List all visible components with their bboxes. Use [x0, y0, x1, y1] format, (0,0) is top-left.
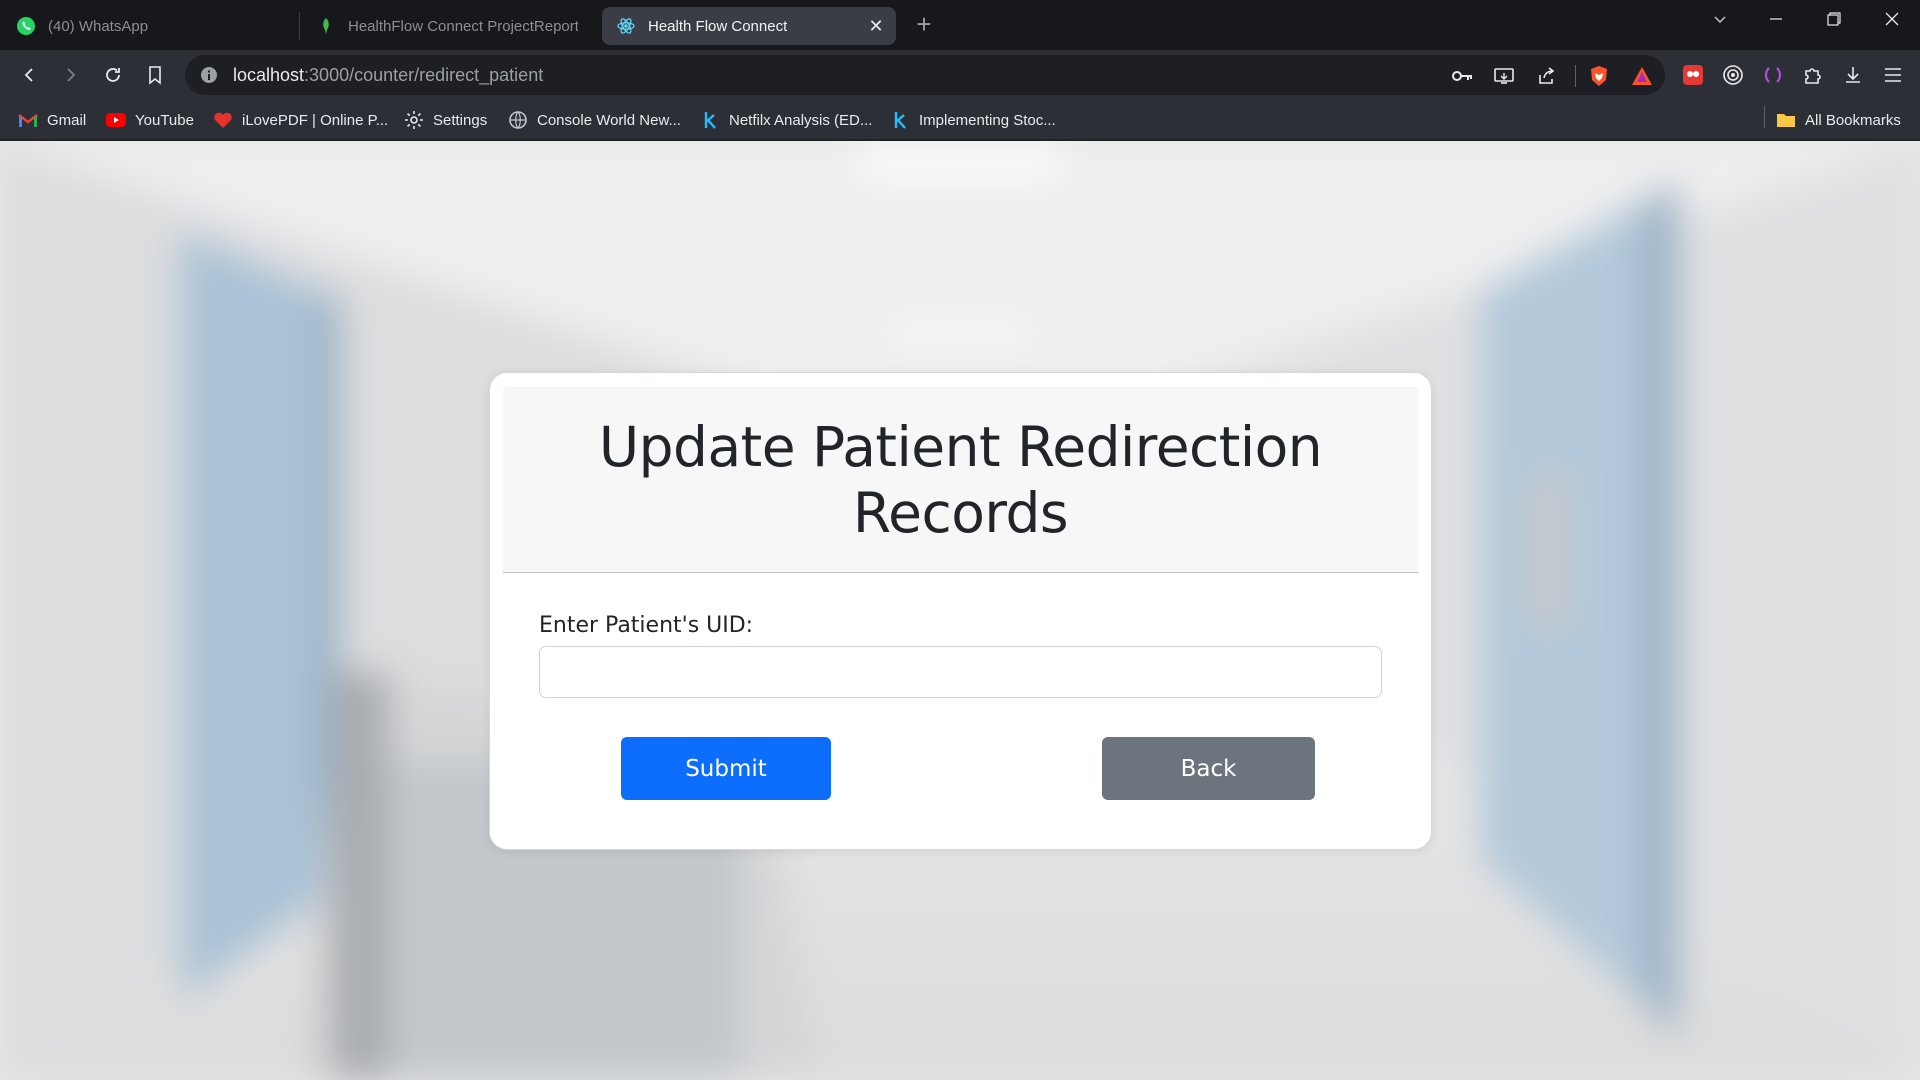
- page-viewport: Update Patient Redirection Records Enter…: [0, 141, 1920, 1080]
- youtube-icon: [106, 110, 126, 130]
- reload-icon[interactable]: [98, 60, 128, 90]
- restore-icon[interactable]: [1812, 4, 1856, 34]
- minimize-icon[interactable]: [1754, 4, 1798, 34]
- leaf-icon: [323, 18, 329, 34]
- address-bar[interactable]: localhost:3000/counter/redirect_patient: [185, 55, 1665, 95]
- bookmarks-divider: [1764, 106, 1765, 128]
- bookmark-label: YouTube: [135, 111, 194, 129]
- tab-title: (40) WhatsApp: [48, 17, 149, 35]
- forward-arrow-icon[interactable]: [56, 60, 86, 90]
- uid-input[interactable]: [539, 646, 1382, 698]
- brave-shield-icon[interactable]: [1588, 65, 1610, 87]
- extension-red-icon[interactable]: [1678, 60, 1708, 90]
- target-icon[interactable]: [1718, 60, 1748, 90]
- extension-purple-icon[interactable]: [1758, 60, 1788, 90]
- menu-icon[interactable]: [1878, 60, 1908, 90]
- tab-project-report[interactable]: HealthFlow Connect ProjectReport -: [302, 7, 592, 45]
- bookmark-icon[interactable]: [140, 60, 170, 90]
- tab-health-flow-connect[interactable]: Health Flow Connect ✕: [602, 7, 896, 45]
- bookmark-label: Implementing Stoc...: [919, 111, 1056, 129]
- bookmark-console-world[interactable]: Console World New...: [508, 108, 681, 132]
- browser-toolbar: localhost:3000/counter/redirect_patient: [0, 50, 1920, 100]
- url-text: localhost:3000/counter/redirect_patient: [233, 55, 543, 95]
- site-info-icon[interactable]: [199, 65, 219, 85]
- tab-strip: (40) WhatsApp HealthFlow Connect Project…: [0, 0, 1920, 50]
- kaggle-icon: [890, 110, 910, 130]
- back-arrow-icon[interactable]: [14, 60, 44, 90]
- bookmark-label: iLovePDF | Online P...: [242, 111, 389, 129]
- bookmark-label: Gmail: [47, 111, 87, 129]
- close-tab-icon[interactable]: ✕: [866, 16, 886, 36]
- uid-label: Enter Patient's UID:: [539, 613, 754, 638]
- tab-separator: [299, 12, 300, 40]
- bookmark-label: Console World New...: [537, 111, 681, 129]
- whatsapp-icon: [17, 17, 35, 35]
- heart-icon: [213, 110, 233, 130]
- bookmark-settings[interactable]: Settings: [404, 108, 487, 132]
- bookmark-label: Netfilx Analysis (ED...: [729, 111, 873, 129]
- download-icon[interactable]: [1838, 60, 1868, 90]
- redirection-form-card: Update Patient Redirection Records Enter…: [489, 372, 1432, 850]
- globe-icon: [508, 110, 528, 130]
- bookmark-label: Settings: [433, 111, 488, 129]
- share-icon[interactable]: [1535, 65, 1557, 87]
- kaggle-icon: [700, 110, 720, 130]
- new-tab-icon[interactable]: +: [910, 11, 938, 39]
- submit-button[interactable]: Submit: [621, 737, 831, 800]
- close-window-icon[interactable]: [1870, 4, 1914, 34]
- bookmark-gmail[interactable]: Gmail: [18, 108, 86, 132]
- bookmark-netflix-analysis[interactable]: Netfilx Analysis (ED...: [700, 108, 872, 132]
- cast-icon[interactable]: [1493, 65, 1515, 87]
- brave-rewards-icon[interactable]: [1631, 65, 1653, 87]
- puzzle-icon[interactable]: [1798, 60, 1828, 90]
- tab-whatsapp[interactable]: (40) WhatsApp: [2, 7, 292, 45]
- back-button[interactable]: Back: [1102, 737, 1315, 800]
- url-host: localhost: [233, 65, 305, 85]
- gear-icon: [404, 110, 424, 130]
- bookmark-youtube[interactable]: YouTube: [106, 108, 194, 132]
- page-title: Update Patient Redirection Records: [598, 414, 1323, 545]
- folder-icon: [1776, 110, 1796, 130]
- gmail-icon: [18, 110, 38, 130]
- bookmark-label: All Bookmarks: [1805, 111, 1901, 129]
- react-icon: [617, 18, 635, 34]
- bookmarks-bar: Gmail YouTube iLovePDF | Online P... Set…: [0, 100, 1920, 140]
- tab-title: HealthFlow Connect ProjectReport -: [348, 17, 578, 35]
- card-header: Update Patient Redirection Records: [503, 387, 1418, 573]
- url-path: :3000/counter/redirect_patient: [304, 65, 544, 85]
- tab-search-icon[interactable]: [1698, 4, 1742, 34]
- bookmark-implementing-stoc[interactable]: Implementing Stoc...: [890, 108, 1056, 132]
- key-icon[interactable]: [1452, 65, 1474, 87]
- divider: [1575, 65, 1576, 87]
- all-bookmarks[interactable]: All Bookmarks: [1776, 108, 1901, 132]
- bookmark-ilovepdf[interactable]: iLovePDF | Online P...: [213, 108, 388, 132]
- tab-title: Health Flow Connect: [648, 17, 788, 35]
